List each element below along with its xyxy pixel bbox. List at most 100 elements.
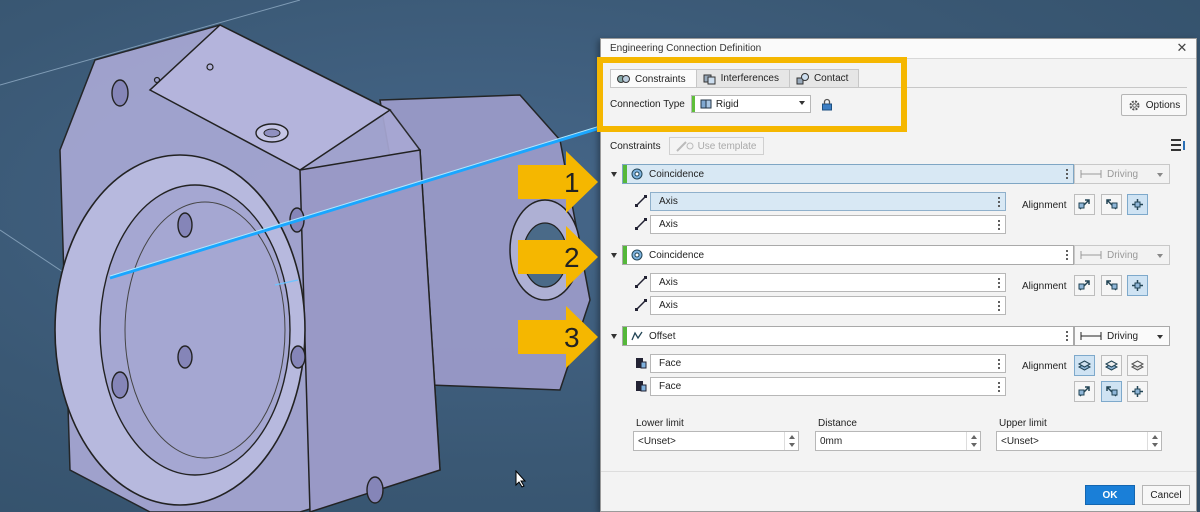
face-align-same-icon [1077,360,1092,371]
align-opposite-button[interactable] [1101,275,1122,296]
driving-label: Driving [1107,249,1139,261]
callout-arrow-1: 1 [518,151,598,213]
driving-select[interactable]: Driving [1074,164,1170,184]
callout-number: 2 [564,242,580,273]
constraint-row: Offset [611,326,1074,346]
driving-select[interactable]: Driving [1074,326,1170,346]
constraint-row: Coincidence [611,245,1074,265]
more-icon[interactable] [998,196,1000,208]
align-opposite-icon [1106,199,1118,210]
align-same-button[interactable] [1074,275,1095,296]
options-label: Options [1145,99,1181,111]
mouse-cursor-icon [515,470,527,488]
axis-geometry-icon [635,276,647,288]
lower-limit-value: <Unset> [638,435,676,447]
more-icon[interactable] [998,358,1000,370]
upper-limit-input[interactable]: <Unset> [996,431,1162,451]
align-undefined-button[interactable] [1127,275,1148,296]
constraints-header: Constraints Use template [610,137,1187,155]
highlight-frame [597,57,907,132]
options-button[interactable]: Options [1121,94,1187,116]
face-geometry-icon [636,381,647,392]
more-icon[interactable] [1066,168,1068,180]
alignment-label: Alignment [1022,200,1067,211]
geometry-label: Axis [659,277,678,288]
axis-geometry-icon [635,195,647,207]
face-align-same-button[interactable] [1074,355,1095,376]
driving-label: Driving [1107,168,1139,180]
constraint-row: Coincidence [611,164,1074,184]
more-icon[interactable] [998,277,1000,289]
status-bar [623,327,627,345]
face-align-opposite-icon [1104,360,1119,371]
more-icon[interactable] [1066,249,1068,261]
status-bar [623,246,627,264]
collapse-icon[interactable] [611,333,617,339]
distance-input[interactable]: 0mm [815,431,981,451]
more-icon[interactable] [998,300,1000,312]
chevron-down-icon [1157,254,1163,258]
collapse-icon[interactable] [611,171,617,177]
geometry-field-2[interactable]: Axis [650,296,1006,315]
spinner-arrows-icon[interactable] [966,432,980,450]
list-settings-icon[interactable] [1171,138,1187,152]
face-align-undefined-button[interactable] [1127,355,1148,376]
align-same-button[interactable] [1074,194,1095,215]
callout-arrow-2: 2 [518,226,598,288]
align-undefined-button[interactable] [1127,194,1148,215]
divider [601,471,1196,472]
face-align-opposite-button[interactable] [1101,355,1122,376]
more-icon[interactable] [998,219,1000,231]
constraint-type-field[interactable]: Coincidence [622,164,1074,184]
callout-number: 1 [564,167,580,198]
dialog-title: Engineering Connection Definition [610,43,762,54]
chevron-down-icon [1157,173,1163,177]
more-icon[interactable] [1066,330,1068,342]
align-undefined-icon [1132,386,1143,397]
spinner-arrows-icon[interactable] [1147,432,1161,450]
align-opposite-button[interactable] [1101,381,1122,402]
geometry-field-1[interactable]: Face [650,354,1006,373]
use-template-label: Use template [697,140,757,152]
driving-label: Driving [1107,330,1139,342]
use-template-button[interactable]: Use template [668,137,764,155]
distance-label: Distance [818,418,857,429]
constraint-type-field[interactable]: Offset [622,326,1074,346]
collapse-icon[interactable] [611,252,617,258]
geometry-field-2[interactable]: Face [650,377,1006,396]
lower-limit-input[interactable]: <Unset> [633,431,799,451]
geometry-field-1[interactable]: Axis [650,273,1006,292]
align-same-button[interactable] [1074,381,1095,402]
driving-icon [1080,251,1102,259]
lower-limit-label: Lower limit [636,418,684,429]
align-opposite-icon [1106,386,1118,397]
close-icon[interactable]: ✕ [1174,40,1190,56]
geometry-field-1[interactable]: Axis [650,192,1006,211]
align-undefined-button[interactable] [1127,381,1148,402]
spinner-arrows-icon[interactable] [784,432,798,450]
geometry-field-2[interactable]: Axis [650,215,1006,234]
face-align-undefined-icon [1130,360,1145,371]
align-undefined-icon [1132,280,1143,291]
more-icon[interactable] [998,381,1000,393]
alignment-label: Alignment [1022,281,1067,292]
align-opposite-icon [1106,280,1118,291]
axis-geometry-icon [635,218,647,230]
arrow-icon [518,226,598,288]
callout-number: 3 [564,322,580,353]
dialog-titlebar[interactable]: Engineering Connection Definition ✕ [601,39,1196,59]
align-same-icon [1078,199,1090,210]
driving-select[interactable]: Driving [1074,245,1170,265]
geometry-label: Axis [659,196,678,207]
constraints-label: Constraints [610,140,661,152]
constraint-type: Coincidence [649,168,705,180]
distance-value: 0mm [820,435,843,447]
constraint-type-field[interactable]: Coincidence [622,245,1074,265]
ok-button[interactable]: OK [1085,485,1135,505]
driving-icon [1080,332,1102,340]
arrow-icon [518,151,598,213]
align-opposite-button[interactable] [1101,194,1122,215]
alignment-label: Alignment [1022,361,1067,372]
constraint-type: Offset [649,330,676,342]
cancel-button[interactable]: Cancel [1142,485,1190,505]
